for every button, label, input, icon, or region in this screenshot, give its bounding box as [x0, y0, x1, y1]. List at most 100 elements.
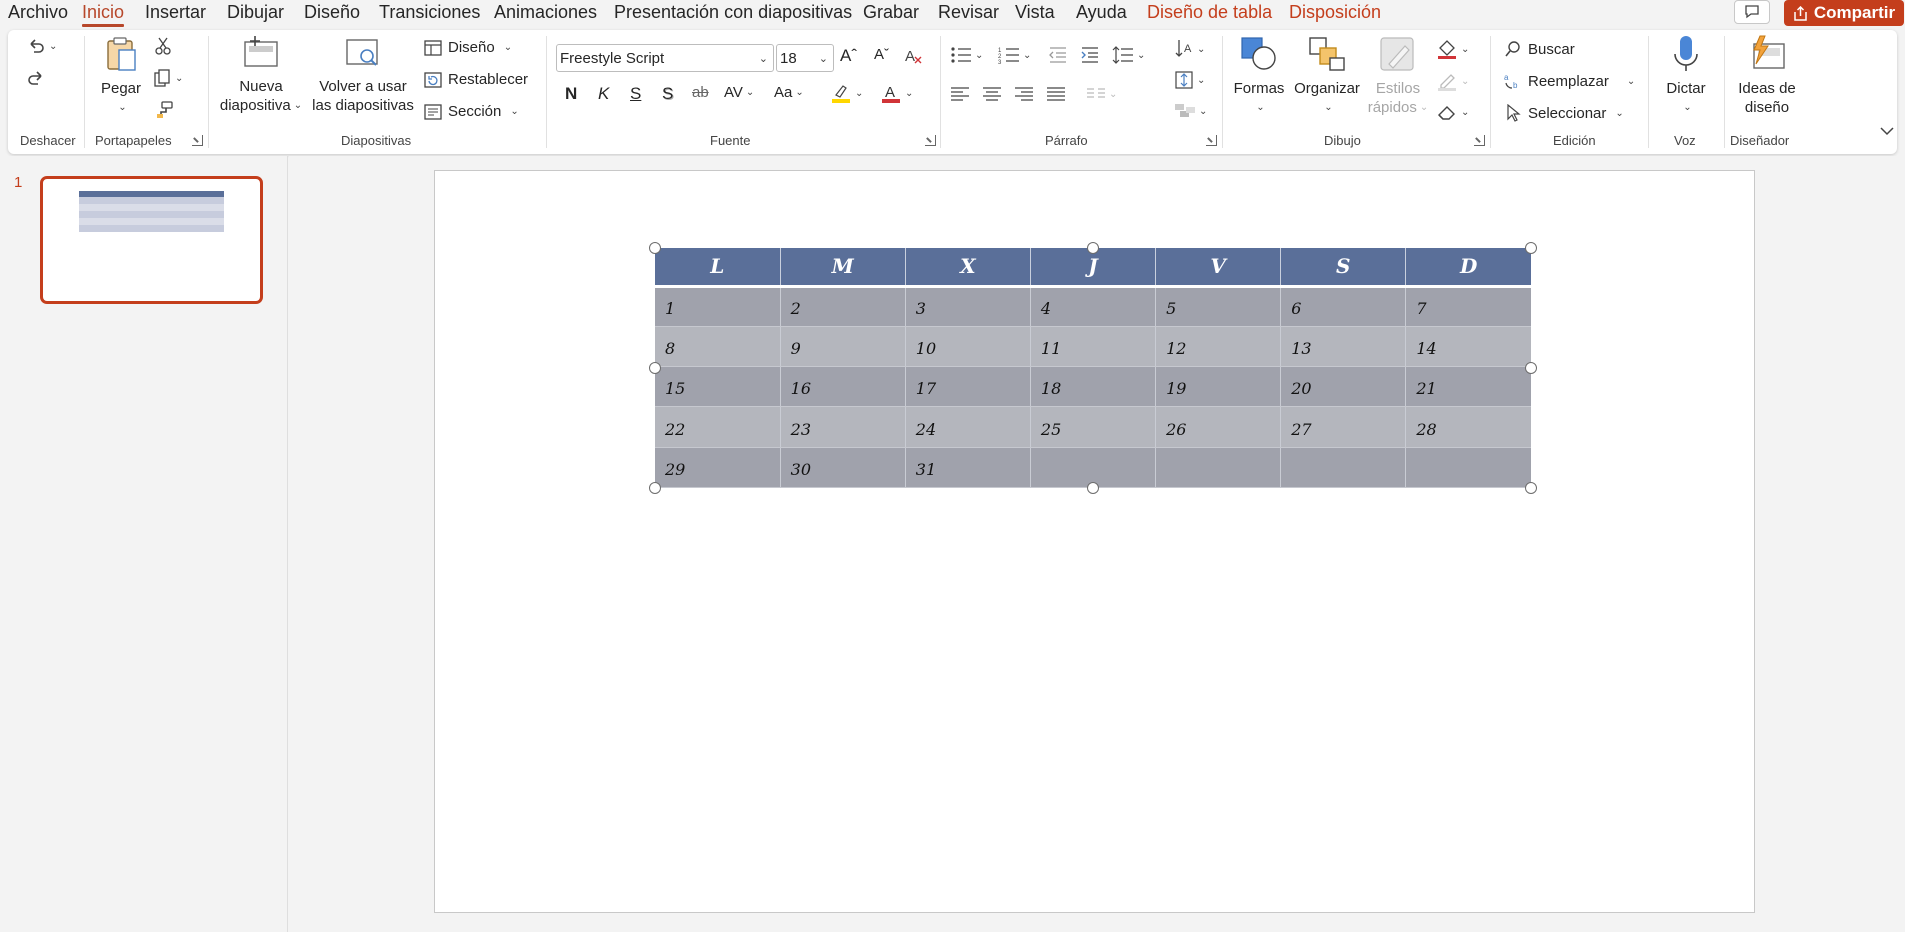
font-color-button[interactable]: A ⌄	[880, 82, 913, 104]
tab-grabar[interactable]: Grabar	[863, 2, 919, 23]
table-cell[interactable]: 23	[780, 406, 906, 448]
table-cell[interactable]: 10	[905, 326, 1031, 368]
table-cell[interactable]	[1155, 447, 1282, 489]
tab-vista[interactable]: Vista	[1015, 2, 1055, 23]
table-cell[interactable]: 31	[905, 447, 1031, 489]
table-cell[interactable]: 12	[1155, 326, 1282, 368]
undo-button[interactable]: ⌄	[26, 36, 57, 56]
table-cell[interactable]: 4	[1030, 286, 1157, 327]
bullets-button[interactable]: ⌄	[950, 46, 983, 64]
change-case-button[interactable]: Aa ⌄	[774, 84, 804, 101]
table-cell[interactable]: 19	[1155, 366, 1282, 408]
resize-handle-bottom-right[interactable]	[1525, 482, 1537, 494]
table-cell[interactable]: 20	[1280, 366, 1407, 408]
table-cell[interactable]: 24	[905, 406, 1031, 448]
italic-button[interactable]: K	[598, 84, 609, 104]
table-cell[interactable]: 2	[780, 286, 906, 327]
table-cell[interactable]: 28	[1405, 406, 1531, 448]
table-cell[interactable]: 9	[780, 326, 906, 368]
shape-effects-button[interactable]: ⌄	[1436, 102, 1469, 122]
section-button[interactable]: Sección ⌄	[424, 103, 519, 120]
calendar-table[interactable]: L M X J V S D 1 2 3 4 5 6 7 8 9 10 11 12…	[655, 248, 1531, 489]
table-cell[interactable]: 11	[1030, 326, 1157, 368]
tab-presentacion[interactable]: Presentación con diapositivas	[614, 2, 852, 23]
increase-font-button[interactable]: Aˆ	[840, 46, 857, 66]
align-text-button[interactable]: ⌄	[1174, 70, 1205, 90]
dialog-launcher-icon[interactable]	[1206, 135, 1217, 146]
table-cell[interactable]: 7	[1405, 286, 1531, 327]
day-header[interactable]: L	[655, 248, 781, 288]
paste-button[interactable]: Pegar ⌄	[96, 34, 146, 117]
redo-button[interactable]	[26, 68, 46, 88]
shape-fill-button[interactable]: ⌄	[1436, 38, 1469, 60]
decrease-indent-button[interactable]	[1048, 46, 1068, 64]
table-cell[interactable]: 5	[1155, 286, 1282, 327]
align-right-button[interactable]	[1014, 86, 1034, 102]
table-cell[interactable]: 25	[1030, 406, 1157, 448]
copy-button[interactable]: ⌄	[152, 68, 183, 88]
reuse-slides-button[interactable]: Volver a usar las diapositivas	[310, 34, 416, 115]
tab-archivo[interactable]: Archivo	[8, 2, 68, 23]
table-cell[interactable]: 1	[655, 286, 781, 327]
line-spacing-button[interactable]: ⌄	[1112, 46, 1145, 64]
table-cell[interactable]: 22	[655, 406, 781, 448]
resize-handle-left[interactable]	[649, 362, 661, 374]
day-header[interactable]: D	[1405, 248, 1531, 288]
resize-handle-right[interactable]	[1525, 362, 1537, 374]
tab-diseno[interactable]: Diseño	[304, 2, 360, 23]
table-cell[interactable]: 30	[780, 447, 906, 489]
bold-button[interactable]: N	[565, 84, 577, 104]
shape-outline-button[interactable]: ⌄	[1436, 70, 1469, 92]
comments-button[interactable]	[1734, 0, 1770, 24]
tab-transiciones[interactable]: Transiciones	[379, 2, 480, 23]
tab-revisar[interactable]: Revisar	[938, 2, 999, 23]
tab-disposicion[interactable]: Disposición	[1289, 2, 1381, 23]
select-button[interactable]: Seleccionar ⌄	[1504, 104, 1624, 122]
resize-handle-top-right[interactable]	[1525, 242, 1537, 254]
columns-button[interactable]: ⌄	[1086, 86, 1117, 102]
format-painter-button[interactable]	[154, 100, 174, 120]
slide-thumbnail[interactable]	[40, 176, 263, 304]
table-cell[interactable]: 27	[1280, 406, 1407, 448]
find-button[interactable]: Buscar	[1504, 40, 1575, 58]
table-cell[interactable]: 8	[655, 326, 781, 368]
strikethrough-button[interactable]: ab	[692, 84, 709, 101]
resize-handle-bottom-left[interactable]	[649, 482, 661, 494]
shapes-button[interactable]: Formas ⌄	[1230, 34, 1288, 117]
table-cell[interactable]: 17	[905, 366, 1031, 408]
dictate-button[interactable]: Dictar ⌄	[1658, 34, 1714, 117]
tab-ayuda[interactable]: Ayuda	[1076, 2, 1127, 23]
table-cell[interactable]	[1280, 447, 1407, 489]
shadow-button[interactable]: S	[662, 84, 673, 104]
dialog-launcher-icon[interactable]	[192, 135, 203, 146]
day-header[interactable]: X	[905, 248, 1031, 288]
table-cell[interactable]: 26	[1155, 406, 1282, 448]
align-left-button[interactable]	[950, 86, 970, 102]
reset-button[interactable]: Restablecer	[424, 71, 528, 88]
increase-indent-button[interactable]	[1080, 46, 1100, 64]
table-cell[interactable]: 13	[1280, 326, 1407, 368]
dialog-launcher-icon[interactable]	[925, 135, 936, 146]
table-cell[interactable]: 29	[655, 447, 781, 489]
text-direction-button[interactable]: A ⌄	[1174, 38, 1205, 60]
underline-button[interactable]: S	[630, 84, 641, 104]
resize-handle-top[interactable]	[1087, 242, 1099, 254]
resize-handle-bottom[interactable]	[1087, 482, 1099, 494]
table-cell[interactable]: 14	[1405, 326, 1531, 368]
highlight-button[interactable]: ⌄	[830, 82, 863, 104]
day-header[interactable]: M	[780, 248, 906, 288]
table-cell[interactable]: 3	[905, 286, 1031, 327]
align-center-button[interactable]	[982, 86, 1002, 102]
collapse-ribbon-button[interactable]	[1880, 126, 1894, 136]
decrease-font-button[interactable]: Aˇ	[874, 46, 889, 63]
tab-diseno-de-tabla[interactable]: Diseño de tabla	[1147, 2, 1272, 23]
new-slide-button[interactable]: Nueva diapositiva ⌄	[218, 34, 304, 115]
layout-button[interactable]: Diseño ⌄	[424, 39, 512, 56]
numbering-button[interactable]: 123 ⌄	[998, 46, 1031, 64]
smartart-button[interactable]: ⌄	[1174, 102, 1207, 120]
table-cell[interactable]: 18	[1030, 366, 1157, 408]
cut-button[interactable]	[154, 36, 172, 56]
table-cell[interactable]: 21	[1405, 366, 1531, 408]
table-cell[interactable]: 15	[655, 366, 781, 408]
quick-styles-button[interactable]: Estilos rápidos ⌄	[1366, 34, 1430, 117]
